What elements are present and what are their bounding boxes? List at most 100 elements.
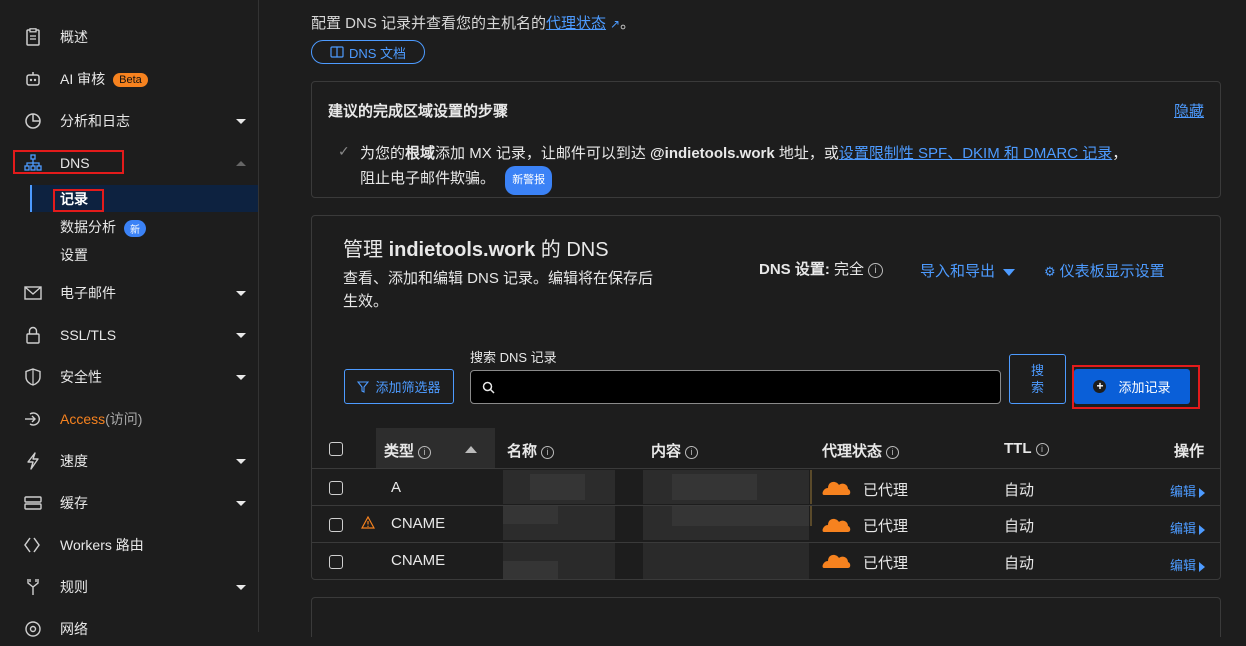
sitemap-icon [24,154,42,172]
column-header-ttl[interactable]: TTL i [1004,440,1049,457]
info-icon: i [886,445,900,459]
beta-badge: Beta [113,73,148,88]
description-suffix: 。 [620,15,636,32]
info-icon: i [685,445,699,459]
row-checkbox[interactable] [329,481,343,495]
import-export-label: 导入和导出 [920,263,996,280]
next-card [311,597,1221,637]
manage-description: 查看、添加和编辑 DNS 记录。编辑将在保存后 生效。 [343,267,653,313]
mail-icon [24,284,42,302]
sidebar-subitem-settings[interactable]: 设置 [60,245,88,265]
redacted-name-detail [503,561,558,579]
search-box[interactable] [470,370,1001,405]
row-checkbox[interactable] [329,555,343,569]
sidebar-item-ai-audit[interactable]: AI 审核 Beta [0,62,258,96]
info-icon: i [1035,442,1049,456]
dns-docs-button[interactable]: DNS 文档 [311,40,425,64]
header-label: TTL [1004,440,1032,457]
sidebar-item-workers[interactable]: Workers 路由 [0,528,258,562]
sidebar-item-label: 规则 [60,579,88,595]
search-label: 搜索 DNS 记录 [470,350,557,365]
sidebar: 概述 AI 审核 Beta 分析和日志 DNS 记录 数据分析新 设置 电子邮件 [0,0,259,637]
sidebar-subitem-records[interactable]: 记录 [60,189,88,209]
proxy-status-link[interactable]: 代理状态 [546,15,606,32]
cloud-proxied-icon [818,479,852,500]
hide-link[interactable]: 隐藏 [1174,100,1204,121]
sidebar-item-label: 安全性 [60,369,102,385]
info-icon: i [418,445,432,459]
steps-text-part: 为您的 [360,145,406,162]
search-button-label: 搜索 [1030,363,1044,395]
search-button[interactable]: 搜索 [1009,354,1066,404]
ttl-value: 自动 [1004,555,1035,572]
book-icon [330,46,344,58]
workers-icon [24,536,42,554]
edit-record-link[interactable]: 编辑 [1170,481,1206,500]
spf-dkim-dmarc-link[interactable]: 设置限制性 SPF、DKIM 和 DMARC 记录 [839,145,1112,162]
sidebar-item-cache[interactable]: 缓存 [0,486,258,520]
redacted-name-detail [503,506,558,524]
chevron-down-icon [236,374,246,380]
desc-line: 查看、添加和编辑 DNS 记录。编辑将在保存后 [343,270,654,287]
clipboard-icon [24,28,42,46]
header-label: 代理状态 [822,443,883,460]
steps-text-domain: @indietools.work [650,145,775,162]
sidebar-item-rules[interactable]: 规则 [0,570,258,604]
add-filter-button[interactable]: 添加筛选器 [344,369,454,404]
steps-text-part: ， [1112,145,1128,162]
sidebar-item-label: 分析和日志 [60,113,130,129]
record-type: A [391,479,402,496]
dashboard-settings-link[interactable]: ⚙ 仪表板显示设置 [1044,260,1165,281]
edit-label: 编辑 [1170,521,1197,536]
row-divider [312,468,1220,469]
chevron-down-icon [236,458,246,464]
new-alert-tag: 新警报 [505,166,553,195]
dashboard-settings-label: 仪表板显示设置 [1059,263,1165,280]
dns-records-card: 管理 indietools.work 的 DNS 查看、添加和编辑 DNS 记录… [311,215,1221,580]
select-all-checkbox[interactable] [329,442,343,456]
import-export-dropdown[interactable]: 导入和导出 [920,260,1016,281]
proxy-status: 已代理 [863,482,909,499]
dns-setting: DNS 设置: 完全 i [759,258,884,279]
column-header-proxy[interactable]: 代理状态 i [822,440,900,461]
edit-record-link[interactable]: 编辑 [1170,518,1206,537]
column-header-type[interactable]: 类型 i [384,440,432,461]
desc-line: 生效。 [343,293,389,310]
info-icon[interactable]: i [868,262,884,278]
cloud-proxied-icon [818,516,852,537]
chevron-down-icon [236,290,246,296]
edit-record-link[interactable]: 编辑 [1170,555,1206,574]
edit-label: 编辑 [1170,558,1197,573]
check-icon: ✓ [338,143,350,159]
row-checkbox[interactable] [329,518,343,532]
main-content: 配置 DNS 记录并查看您的主机名的代理状态 ↗。 DNS 文档 建议的完成区域设… [259,0,1246,637]
sidebar-item-overview[interactable]: 概述 [0,20,258,54]
globe-icon [24,620,42,638]
steps-text-part: 地址，或 [774,145,839,162]
sidebar-item-label: Workers 路由 [60,537,144,553]
pie-chart-icon [24,112,42,130]
sidebar-item-access[interactable]: Access(访问) [0,402,258,436]
sidebar-item-dns[interactable]: DNS [0,146,258,180]
caret-right-icon [1199,561,1206,572]
sidebar-item-speed[interactable]: 速度 [0,444,258,478]
sidebar-item-network[interactable]: 网络 [0,612,258,646]
server-icon [24,494,42,512]
sidebar-item-ssl[interactable]: SSL/TLS [0,318,258,352]
steps-title: 建议的完成区域设置的步骤 [328,103,509,120]
search-input[interactable] [499,371,993,405]
sidebar-subitem-analytics[interactable]: 数据分析新 [60,217,146,237]
add-record-button[interactable]: + 添加记录 [1074,369,1190,404]
sidebar-item-email[interactable]: 电子邮件 [0,276,258,310]
column-header-content[interactable]: 内容 i [651,440,699,461]
lock-icon [24,326,42,344]
column-header-actions: 操作 [1174,443,1205,460]
new-badge: 新 [124,219,146,237]
access-icon [24,410,42,428]
column-header-name[interactable]: 名称 i [507,440,555,461]
chevron-down-icon [236,584,246,590]
sidebar-item-security[interactable]: 安全性 [0,360,258,394]
caret-right-icon [1199,487,1206,498]
sidebar-item-analytics[interactable]: 分析和日志 [0,104,258,138]
record-type: CNAME [391,515,446,532]
